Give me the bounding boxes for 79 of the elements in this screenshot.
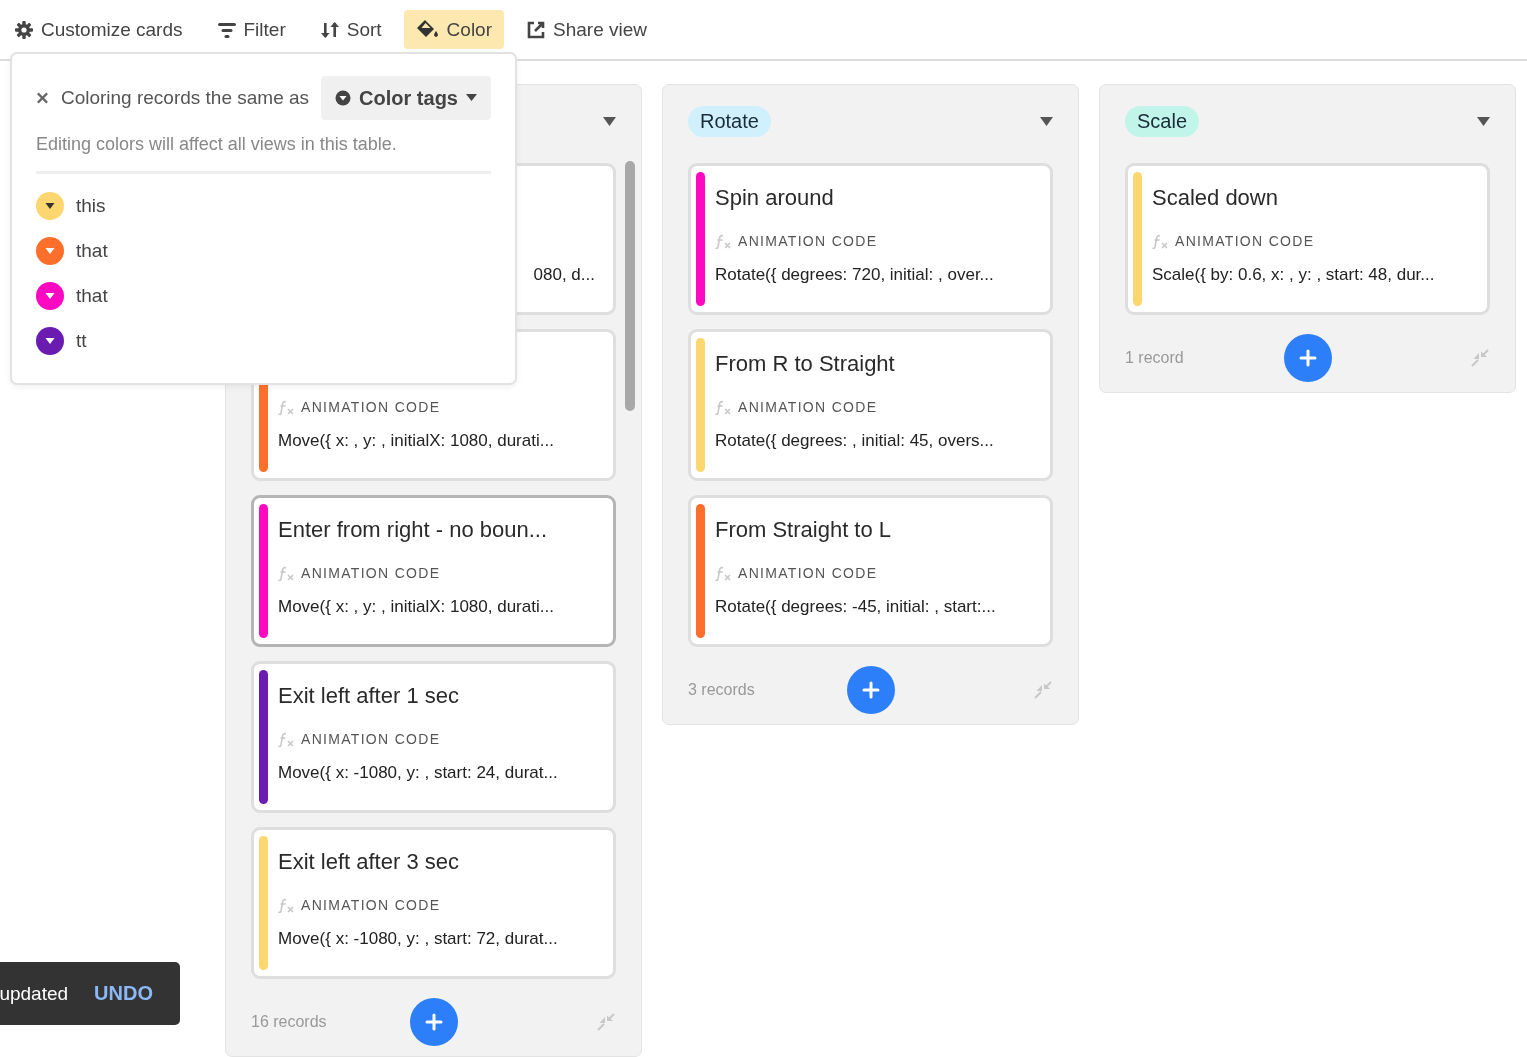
color-dot[interactable] <box>36 237 64 265</box>
code-text: Rotate({ degrees: -45, initial: , start:... <box>715 596 996 618</box>
toast-message: updated <box>0 982 69 1005</box>
code-text: Rotate({ degrees: , initial: 45, overs... <box>715 430 994 452</box>
record-card[interactable]: Scaled down ANIMATION CODE Scale({ by: 0.6, x: , y: , start: 48, dur... <box>1125 163 1490 315</box>
formula-icon <box>278 897 295 913</box>
record-count: 1 record <box>1125 349 1184 367</box>
share-button[interactable]: Share view <box>514 10 659 49</box>
close-icon[interactable] <box>36 91 49 105</box>
record-card[interactable]: Spin around ANIMATION CODE Rotate({ degrees: 720, initial: , over... <box>688 163 1053 315</box>
scrollbar[interactable] <box>625 161 635 411</box>
formula-icon <box>715 233 732 249</box>
field-label: ANIMATION CODE <box>301 897 441 913</box>
group-tag: Rotate <box>688 105 771 137</box>
card-title: Enter from right - no boun... <box>278 516 549 544</box>
record-card[interactable]: Exit left after 3 sec ANIMATION CODE Move({ x: -1080, y: , start: 72, durat... <box>251 827 616 979</box>
record-count: 3 records <box>688 681 755 699</box>
color-dot[interactable] <box>36 192 64 220</box>
code-text: Move({ x: , y: , initialX: 1080, durati... <box>278 596 554 618</box>
record-count: 16 records <box>251 1013 327 1031</box>
formula-icon <box>715 399 732 415</box>
card-title: Exit left after 3 sec <box>278 848 460 876</box>
code-text: Move({ x: -1080, y: , start: 24, durat... <box>278 762 558 784</box>
field-label: ANIMATION CODE <box>301 565 441 581</box>
field-label: ANIMATION CODE <box>738 565 878 581</box>
sort-button[interactable]: Sort <box>307 10 394 49</box>
sort-icon <box>319 19 340 40</box>
card-title: From Straight to L <box>715 516 893 544</box>
code-text: Scale({ by: 0.6, x: , y: , start: 48, dur... <box>1152 264 1435 286</box>
formula-icon <box>278 399 295 415</box>
card-title: From R to Straight <box>715 350 896 378</box>
add-record-button[interactable] <box>409 998 458 1046</box>
formula-icon <box>715 565 732 581</box>
tag-name: this <box>76 195 106 217</box>
add-record-button[interactable] <box>846 666 895 714</box>
caret-icon[interactable] <box>1477 116 1490 126</box>
code-text: Rotate({ degrees: 720, initial: , over... <box>715 264 994 286</box>
record-card[interactable]: From R to Straight ANIMATION CODE Rotate({ degrees: , initial: 45, overs... <box>688 329 1053 481</box>
add-record-button[interactable] <box>1283 334 1332 382</box>
plus-icon <box>424 1013 443 1031</box>
plus-icon <box>1298 349 1317 367</box>
plus-icon <box>861 681 880 699</box>
field-label: ANIMATION CODE <box>301 399 441 415</box>
undo-button[interactable]: UNDO <box>94 982 153 1005</box>
card-title: Scaled down <box>1152 184 1279 212</box>
record-card[interactable]: Enter from right - no boun... ANIMATION CODE Move({ x: , y: , initialX: 1080, durati... <box>251 495 616 647</box>
caret-icon <box>466 94 477 102</box>
filter-button[interactable]: Filter <box>204 10 298 49</box>
caret-icon[interactable] <box>1040 116 1053 126</box>
caret-icon[interactable] <box>603 116 616 126</box>
code-text: Move({ x: , y: , initialX: 1080, durati... <box>278 430 554 452</box>
filter-icon <box>216 20 237 39</box>
formula-icon <box>1152 233 1169 249</box>
code-text: 080, d... <box>533 264 595 286</box>
card-title: Exit left after 1 sec <box>278 682 460 710</box>
settings-icon <box>14 19 34 40</box>
tag-name: that <box>76 285 108 307</box>
tag-icon <box>335 90 352 106</box>
share-icon <box>526 19 546 40</box>
formula-icon <box>278 731 295 747</box>
record-card[interactable]: Exit left after 1 sec ANIMATION CODE Move({ x: -1080, y: , start: 24, durat... <box>251 661 616 813</box>
code-text: Move({ x: -1080, y: , start: 72, durat... <box>278 928 558 950</box>
gear-button[interactable]: Customize cards <box>14 10 195 49</box>
color-dot[interactable] <box>36 327 64 355</box>
field-label: ANIMATION CODE <box>738 399 878 415</box>
record-card[interactable]: From Straight to L ANIMATION CODE Rotate({ degrees: -45, initial: , start:... <box>688 495 1053 647</box>
tag-name: tt <box>76 330 87 352</box>
popover-note: Editing colors will affect all views in this table. <box>36 134 491 174</box>
card-title: Spin around <box>715 184 835 212</box>
color-source-dropdown[interactable]: Color tags <box>321 76 491 120</box>
field-label: ANIMATION CODE <box>738 233 878 249</box>
field-label: ANIMATION CODE <box>1175 233 1315 249</box>
field-label: ANIMATION CODE <box>301 731 441 747</box>
color-dot[interactable] <box>36 282 64 310</box>
popover-label: Coloring records the same as <box>60 87 310 109</box>
color-button[interactable]: Color <box>403 10 504 49</box>
tag-name: that <box>76 240 108 262</box>
formula-icon <box>278 565 295 581</box>
group-tag: Scale <box>1125 105 1200 137</box>
